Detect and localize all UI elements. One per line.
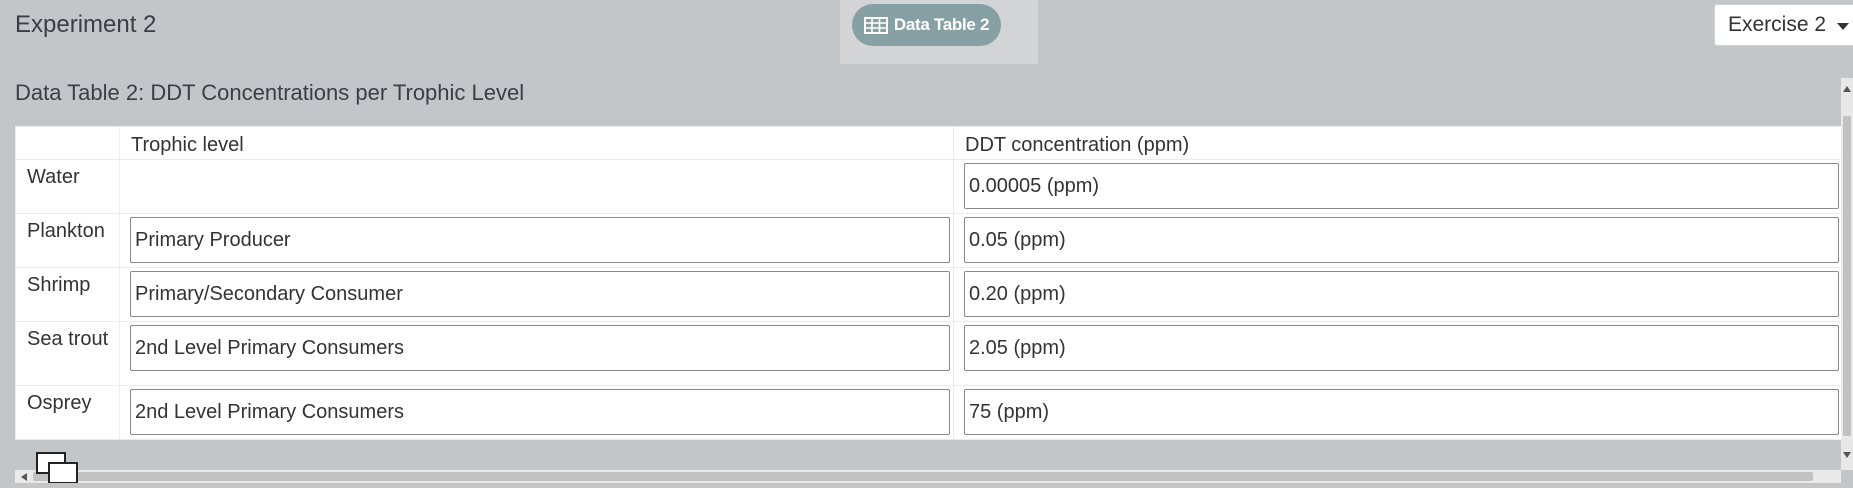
table-row: Osprey: [15, 385, 1843, 440]
table-row: Water: [15, 159, 1843, 214]
column-header-blank: [15, 126, 120, 160]
exercise-select[interactable]: Exercise 2: [1714, 4, 1853, 46]
trophic-cell: [119, 213, 954, 268]
trophic-input-shrimp[interactable]: [130, 271, 950, 317]
trophic-input-plankton[interactable]: [130, 217, 950, 263]
row-label-shrimp: Shrimp: [15, 267, 120, 322]
data-table: Trophic level DDT concentration (ppm) Wa…: [15, 126, 1843, 440]
ddt-input-sea-trout[interactable]: [964, 325, 1839, 371]
ddt-input-osprey[interactable]: [964, 389, 1839, 435]
table-row: Plankton: [15, 213, 1843, 268]
exercise-select-value: Exercise 2: [1728, 13, 1827, 36]
row-label-sea-trout: Sea trout: [15, 321, 120, 386]
ddt-cell: [953, 213, 1843, 268]
row-label-water: Water: [15, 159, 120, 214]
ddt-cell: [953, 385, 1843, 440]
row-label-plankton: Plankton: [15, 213, 120, 268]
ddt-input-shrimp[interactable]: [964, 271, 1839, 317]
tab-data-table-2[interactable]: Data Table 2: [852, 4, 1001, 46]
data-table-container: Trophic level DDT concentration (ppm) Wa…: [15, 126, 1843, 440]
ddt-cell: [953, 267, 1843, 322]
horizontal-scrollbar[interactable]: [15, 470, 1841, 483]
table-header-row: Trophic level DDT concentration (ppm): [15, 126, 1843, 160]
scroll-up-icon[interactable]: [1843, 86, 1851, 92]
table-icon: [863, 16, 888, 34]
ddt-cell: [953, 321, 1843, 386]
tab-label: Data Table 2: [893, 15, 990, 34]
row-label-osprey: Osprey: [15, 385, 120, 440]
trophic-input-osprey[interactable]: [130, 389, 950, 435]
table-row: Shrimp: [15, 267, 1843, 322]
horizontal-scroll-thumb[interactable]: [33, 472, 1813, 481]
trophic-cell: [119, 385, 954, 440]
vertical-scrollbar[interactable]: [1841, 78, 1853, 470]
trophic-cell-empty: [119, 159, 954, 214]
chevron-down-icon: [1837, 23, 1849, 30]
column-header-ddt: DDT concentration (ppm): [953, 126, 1843, 160]
ddt-input-plankton[interactable]: [964, 217, 1839, 263]
trophic-cell: [119, 267, 954, 322]
scroll-down-icon[interactable]: [1843, 452, 1851, 458]
experiment-title: Experiment 2: [15, 11, 157, 38]
trophic-input-sea-trout[interactable]: [130, 325, 950, 371]
table-row: Sea trout: [15, 321, 1843, 386]
ddt-input-water[interactable]: [964, 163, 1839, 209]
column-header-trophic-level: Trophic level: [119, 126, 954, 160]
trophic-cell: [119, 321, 954, 386]
tab-bar: Data Table 2: [840, 0, 1038, 64]
data-table-title: Data Table 2: DDT Concentrations per Tro…: [15, 80, 525, 105]
vertical-scroll-thumb[interactable]: [1843, 116, 1851, 436]
ddt-cell: [953, 159, 1843, 214]
scroll-left-icon[interactable]: [21, 473, 27, 481]
